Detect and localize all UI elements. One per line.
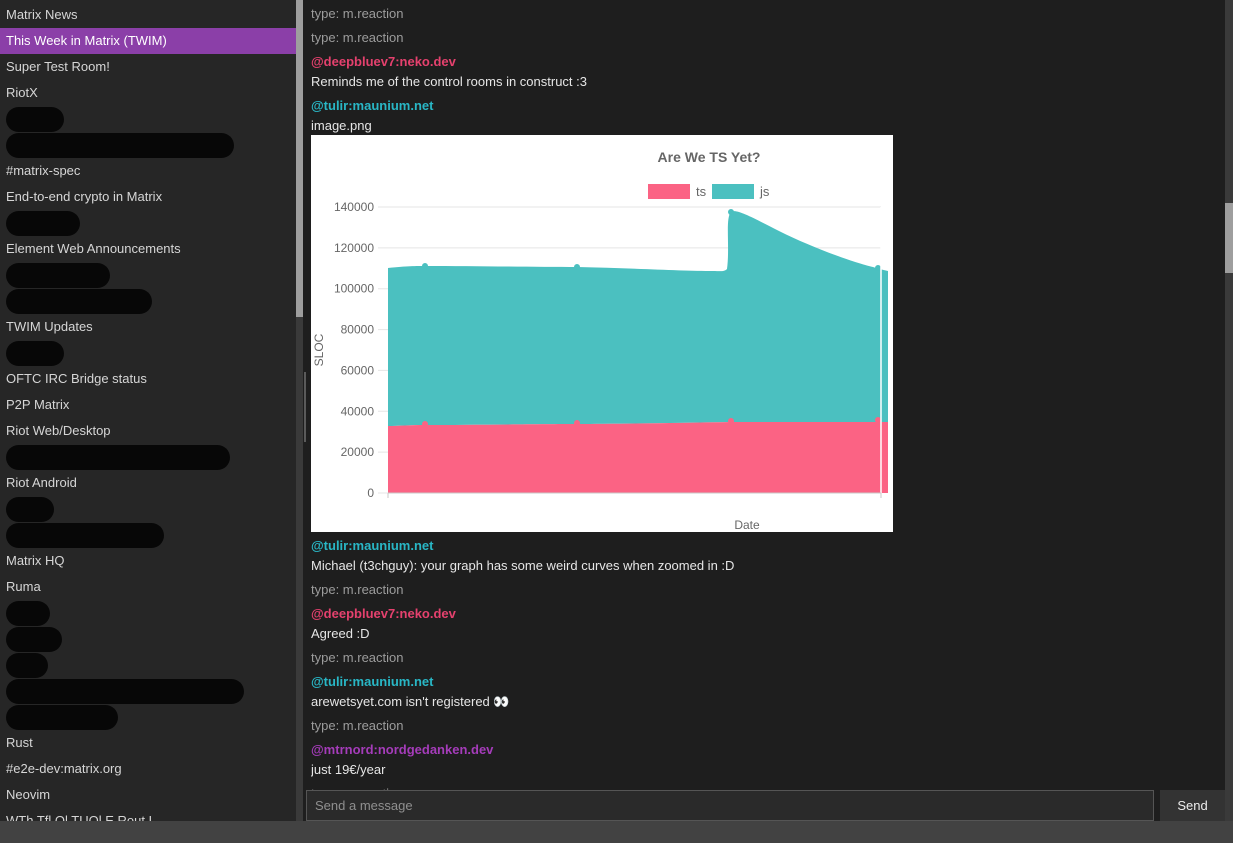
event-type-text: type: m.reaction: [311, 648, 1221, 668]
messages-after-image: @tulir:maunium.netMichael (t3chguy): you…: [311, 536, 1221, 804]
image-attachment-chart[interactable]: 020000400006000080000100000120000140000 …: [311, 135, 893, 532]
sidebar-room[interactable]: Matrix News: [0, 2, 296, 28]
y-tick-label: 0: [367, 486, 374, 500]
message-body: Michael (t3chguy): your graph has some w…: [311, 556, 1221, 576]
legend-label-js[interactable]: js: [759, 184, 770, 199]
timeline-scrollbar-track[interactable]: [1225, 0, 1233, 821]
message-sender[interactable]: @tulir:maunium.net: [311, 672, 1221, 692]
y-tick-label: 140000: [334, 200, 374, 214]
sidebar-room-redacted[interactable]: [0, 496, 296, 522]
x-axis-label: Date: [734, 518, 760, 532]
y-tick-label: 80000: [341, 323, 375, 337]
message-sender[interactable]: @tulir:maunium.net: [311, 536, 1221, 556]
sidebar-room-redacted[interactable]: [0, 210, 296, 236]
message-sender[interactable]: @deepbluev7:neko.dev: [311, 604, 1221, 624]
message-sender[interactable]: @deepbluev7:neko.dev: [311, 52, 1221, 72]
sidebar-room[interactable]: End-to-end crypto in Matrix: [0, 184, 296, 210]
message-sender[interactable]: @mtrnord:nordgedanken.dev: [311, 740, 1221, 760]
message-body: Agreed :D: [311, 624, 1221, 644]
event-type-text: type: m.reaction: [311, 580, 1221, 600]
y-tick-label: 120000: [334, 241, 374, 255]
message-body: arewetsyet.com isn't registered 👀: [311, 692, 1221, 712]
chart-area-ts: [388, 422, 888, 493]
y-axis-label: SLOC: [312, 333, 326, 366]
redacted-room-name: [6, 289, 152, 314]
event-type-text: type: m.reaction: [311, 28, 1221, 48]
sidebar-room-redacted[interactable]: [0, 262, 296, 288]
chart-title: Are We TS Yet?: [658, 149, 761, 165]
sidebar-room-redacted[interactable]: [0, 340, 296, 366]
message-sender[interactable]: @tulir:maunium.net: [311, 96, 1221, 116]
sidebar-room-redacted[interactable]: [0, 106, 296, 132]
redacted-room-name: [6, 445, 230, 470]
sidebar-room[interactable]: Neovim: [0, 782, 296, 808]
chart-area-js: [388, 211, 888, 426]
redacted-room-name: [6, 263, 110, 288]
room-list: Matrix NewsThis Week in Matrix (TWIM)Sup…: [0, 2, 296, 821]
messages-before-image: type: m.reaction type: m.reaction @deepblu…: [311, 4, 1221, 136]
message-input[interactable]: [306, 790, 1154, 821]
sidebar-splitter-handle[interactable]: [304, 372, 306, 442]
sidebar-room[interactable]: OFTC IRC Bridge status: [0, 366, 296, 392]
sidebar-room-redacted[interactable]: [0, 444, 296, 470]
y-tick-label: 100000: [334, 282, 374, 296]
legend-swatch-ts[interactable]: [648, 184, 690, 199]
sidebar-room[interactable]: TWIM Updates: [0, 314, 296, 340]
sidebar-room[interactable]: #e2e-dev:matrix.org: [0, 756, 296, 782]
sidebar-room[interactable]: Rust: [0, 730, 296, 756]
sidebar-room[interactable]: RiotX: [0, 80, 296, 106]
sidebar-room[interactable]: Super Test Room!: [0, 54, 296, 80]
sidebar-room[interactable]: WTh Tfl Ol TUOl E Rout I: [0, 808, 296, 821]
y-tick-label: 40000: [341, 404, 375, 418]
redacted-room-name: [6, 679, 244, 704]
legend-label-ts[interactable]: ts: [696, 184, 707, 199]
sidebar-room-redacted[interactable]: [0, 626, 296, 652]
message-body: image.png: [311, 116, 1221, 136]
room-list-sidebar: Matrix NewsThis Week in Matrix (TWIM)Sup…: [0, 0, 296, 821]
y-tick-label: 60000: [341, 363, 375, 377]
redacted-room-name: [6, 107, 64, 132]
message-body: Reminds me of the control rooms in const…: [311, 72, 1221, 92]
send-button[interactable]: Send: [1160, 790, 1225, 821]
sidebar-scrollbar-track[interactable]: [296, 0, 303, 821]
legend-swatch-js[interactable]: [712, 184, 754, 199]
redacted-room-name: [6, 497, 54, 522]
sidebar-room[interactable]: Riot Web/Desktop: [0, 418, 296, 444]
redacted-room-name: [6, 601, 50, 626]
sidebar-room[interactable]: This Week in Matrix (TWIM): [0, 28, 296, 54]
window-bottom-strip: [0, 821, 1233, 843]
sidebar-room[interactable]: Riot Android: [0, 470, 296, 496]
sidebar-room[interactable]: Matrix HQ: [0, 548, 296, 574]
sidebar-scrollbar-thumb[interactable]: [296, 0, 303, 317]
redacted-room-name: [6, 341, 64, 366]
sidebar-room[interactable]: Ruma: [0, 574, 296, 600]
are-we-ts-yet-chart: 020000400006000080000100000120000140000 …: [311, 135, 893, 532]
redacted-room-name: [6, 211, 80, 236]
sidebar-room-redacted[interactable]: [0, 704, 296, 730]
sidebar-room-redacted[interactable]: [0, 522, 296, 548]
redacted-room-name: [6, 523, 164, 548]
sidebar-room-redacted[interactable]: [0, 678, 296, 704]
sidebar-room[interactable]: Element Web Announcements: [0, 236, 296, 262]
redacted-room-name: [6, 133, 234, 158]
redacted-room-name: [6, 653, 48, 678]
composer-bar: Send: [305, 790, 1225, 821]
sidebar-room[interactable]: #matrix-spec: [0, 158, 296, 184]
message-timeline: type: m.reaction type: m.reaction @deepblu…: [311, 0, 1221, 843]
sidebar-room-redacted[interactable]: [0, 652, 296, 678]
sidebar-room-redacted[interactable]: [0, 288, 296, 314]
sidebar-room-redacted[interactable]: [0, 600, 296, 626]
y-tick-label: 20000: [341, 445, 375, 459]
redacted-room-name: [6, 627, 62, 652]
message-body: just 19€/year: [311, 760, 1221, 780]
sidebar-room[interactable]: P2P Matrix: [0, 392, 296, 418]
event-type-text: type: m.reaction: [311, 716, 1221, 736]
timeline-scrollbar-thumb[interactable]: [1225, 203, 1233, 273]
redacted-room-name: [6, 705, 118, 730]
event-type-text: type: m.reaction: [311, 4, 1221, 24]
sidebar-room-redacted[interactable]: [0, 132, 296, 158]
